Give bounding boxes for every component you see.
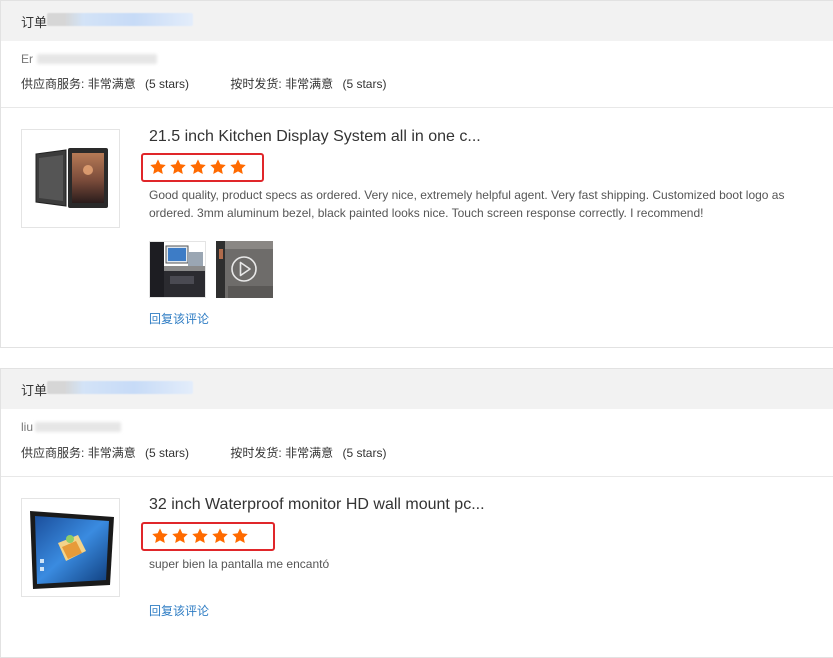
review-card: 订单 liu 供应商服务: 非常满意 (5 stars) 按时发货: 非常满意 … [0,368,833,658]
star-icon [210,159,226,175]
supplier-service-rating: 供应商服务: 非常满意 (5 stars) [21,446,190,460]
star-icon [190,159,206,175]
seller-ratings: 供应商服务: 非常满意 (5 stars) 按时发货: 非常满意 (5 star… [21,75,386,92]
order-number-redacted [47,381,193,394]
star-icon [192,528,208,544]
supplier-service-rating: 供应商服务: 非常满意 (5 stars) [21,77,190,91]
review-text: super bien la pantalla me encantó [149,557,330,571]
waterproof-monitor-image [30,511,114,589]
star-icon [152,528,168,544]
star-rating [143,155,262,176]
order-header: 订单 [1,1,833,41]
star-icon [172,528,188,544]
order-header: 订单 [1,369,833,409]
star-icon [212,528,228,544]
seller-ratings: 供应商服务: 非常满意 (5 stars) 按时发货: 非常满意 (5 star… [21,444,386,461]
product-title[interactable]: 32 inch Waterproof monitor HD wall mount… [149,496,485,514]
review-text: Good quality, product specs as ordered. … [149,188,785,220]
divider [1,476,833,477]
review-card: 订单 Er 供应商服务: 非常满意 (5 stars) 按时发货: 非常满意 (… [0,0,833,348]
video-thumbnail [216,241,273,298]
divider [1,107,833,108]
review-photo[interactable] [149,241,206,298]
star-icon [230,159,246,175]
buyer-name: liu [21,420,34,434]
product-thumbnail[interactable] [21,129,120,228]
order-number-redacted [47,13,193,26]
product-title[interactable]: 21.5 inch Kitchen Display System all in … [149,128,481,146]
shipping-rating: 按时发货: 非常满意 (5 stars) [230,77,387,91]
star-icon [170,159,186,175]
review-video[interactable] [216,241,273,298]
kds-monitor-image [35,148,108,208]
star-icon [232,528,248,544]
reply-review-link[interactable]: 回复该评论 [149,602,209,619]
order-label: 订单 [21,15,48,30]
rating-highlight-box [141,522,275,551]
photo-image [150,242,205,297]
buyer-name-redacted [37,54,157,64]
reply-review-link[interactable]: 回复该评论 [149,310,209,327]
buyer-name-redacted [35,422,121,432]
star-rating [143,524,273,545]
shipping-rating: 按时发货: 非常满意 (5 stars) [230,446,387,460]
rating-highlight-box [141,153,264,182]
buyer-name: Er [21,52,33,66]
star-icon [150,159,166,175]
order-label: 订单 [21,383,48,398]
product-thumbnail[interactable] [21,498,120,597]
